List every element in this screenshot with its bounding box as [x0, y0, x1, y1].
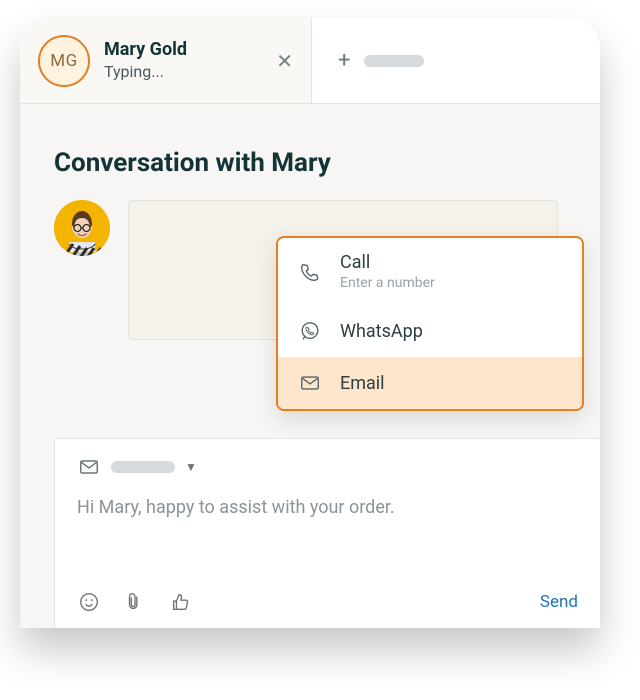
chevron-down-icon: ▼	[185, 460, 197, 474]
customer-avatar	[54, 200, 110, 256]
emoji-button[interactable]	[77, 590, 101, 614]
new-tab-button[interactable]: +	[312, 18, 600, 104]
channel-menu-label: Call	[340, 252, 435, 273]
avatar-initials: MG	[38, 35, 90, 87]
phone-icon	[298, 260, 322, 284]
tab-strip: MG Mary Gold Typing... ✕ +	[20, 18, 600, 104]
thumbs-up-icon	[170, 591, 192, 613]
messaging-app-window: MG Mary Gold Typing... ✕ + Conversation …	[20, 18, 600, 628]
paperclip-icon	[124, 591, 146, 613]
channel-value-placeholder	[111, 461, 175, 473]
composer-textarea[interactable]: Hi Mary, happy to assist with your order…	[77, 497, 578, 518]
channel-menu-sublabel: Enter a number	[340, 275, 435, 291]
close-tab-button[interactable]: ✕	[270, 45, 299, 77]
channel-selector[interactable]: ▼	[77, 455, 578, 479]
tab-status-typing: Typing...	[104, 62, 187, 82]
send-button[interactable]: Send	[540, 592, 578, 612]
channel-menu-label: WhatsApp	[340, 321, 423, 342]
channel-menu-label: Email	[340, 373, 385, 394]
whatsapp-icon	[298, 319, 322, 343]
conversation-tab-active[interactable]: MG Mary Gold Typing... ✕	[20, 18, 312, 104]
plus-icon: +	[338, 50, 350, 72]
close-icon: ✕	[276, 49, 293, 73]
mail-icon	[77, 455, 101, 479]
mail-icon	[298, 371, 322, 395]
channel-menu-popover: Call Enter a number WhatsApp	[276, 236, 584, 411]
like-button[interactable]	[169, 590, 193, 614]
person-icon	[60, 208, 104, 256]
smile-icon	[78, 591, 100, 613]
message-composer: ▼ Hi Mary, happy to assist with your ord…	[54, 438, 600, 628]
attachment-button[interactable]	[123, 590, 147, 614]
conversation-heading: Conversation with Mary	[20, 104, 600, 188]
channel-menu-item-call[interactable]: Call Enter a number	[278, 238, 582, 305]
channel-menu-item-email[interactable]: Email	[278, 357, 582, 409]
tab-title: Mary Gold	[104, 39, 187, 62]
channel-menu-item-whatsapp[interactable]: WhatsApp	[278, 305, 582, 357]
tab-title-placeholder	[364, 55, 424, 67]
